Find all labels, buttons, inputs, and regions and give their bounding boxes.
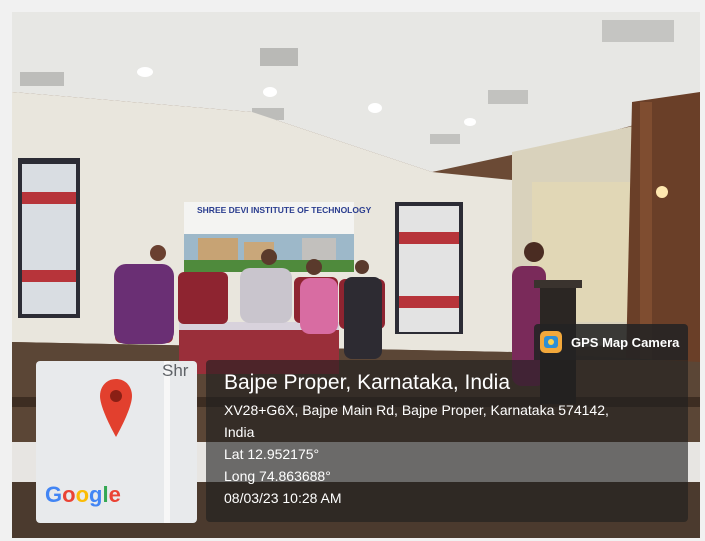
timestamp: 08/03/23 10:28 AM: [224, 490, 342, 506]
map-street-label: Shr: [162, 361, 189, 380]
location-pin-icon: [98, 377, 134, 444]
map-thumbnail[interactable]: Shr Google: [36, 361, 197, 523]
address-line-2: India: [224, 424, 255, 440]
app-name: GPS Map Camera: [571, 334, 680, 350]
google-logo: Google: [45, 482, 121, 507]
banner-title: SHREE DEVI INSTITUTE OF TECHNOLOGY: [197, 205, 372, 215]
address-line-1: XV28+G6X, Bajpe Main Rd, Bajpe Proper, K…: [224, 402, 609, 418]
gps-map-camera-icon: [540, 331, 562, 353]
latitude: Lat 12.952175°: [224, 446, 320, 462]
map-road: [164, 361, 170, 523]
app-badge: GPS Map Camera: [534, 324, 688, 360]
location-title: Bajpe Proper, Karnataka, India: [224, 371, 511, 394]
longitude: Long 74.863688°: [224, 468, 331, 484]
gps-info-panel: Bajpe Proper, Karnataka, India XV28+G6X,…: [206, 360, 688, 522]
